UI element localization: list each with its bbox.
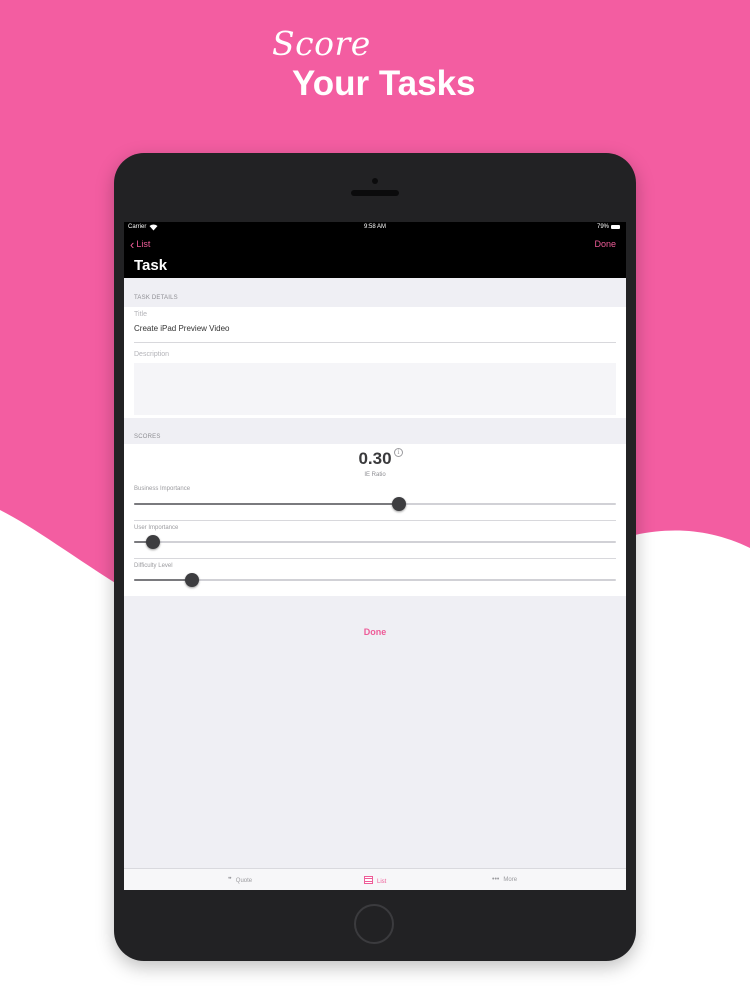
tab-list[interactable]: List xyxy=(364,876,386,885)
back-button-label: List xyxy=(136,239,151,249)
scores-header: SCORES xyxy=(134,434,161,440)
business-importance-label: Business Importance xyxy=(134,486,191,492)
description-textarea[interactable] xyxy=(134,363,616,415)
chevron-left-icon: ‹ xyxy=(130,237,135,252)
app-screen: Carrier 9:58 AM 79% ‹ List Done Task TASK… xyxy=(124,222,626,890)
difficulty-level-slider[interactable] xyxy=(134,573,616,587)
slider-thumb[interactable] xyxy=(146,535,161,549)
user-importance-label: User Importance xyxy=(134,525,179,531)
task-details-card: Title Create iPad Preview Video Descript… xyxy=(124,307,626,418)
home-button[interactable] xyxy=(354,904,394,944)
tab-bar: ❞ Quote List ••• More xyxy=(124,868,626,890)
task-details-header: TASK DETAILS xyxy=(134,295,178,301)
wifi-icon xyxy=(149,223,158,233)
divider xyxy=(134,342,616,343)
quote-icon: ❞ xyxy=(228,877,232,884)
slider-fill xyxy=(134,579,192,581)
business-importance-slider[interactable] xyxy=(134,497,616,511)
battery-icon xyxy=(611,225,620,229)
status-bar: Carrier 9:58 AM 79% xyxy=(124,222,626,234)
list-icon xyxy=(364,876,373,884)
info-icon[interactable]: i xyxy=(394,448,403,457)
tab-list-label: List xyxy=(377,879,387,885)
carrier-label: Carrier xyxy=(128,224,147,230)
title-input[interactable]: Create iPad Preview Video xyxy=(134,324,229,333)
difficulty-level-label: Difficulty Level xyxy=(134,563,173,569)
slider-thumb[interactable] xyxy=(184,573,199,587)
slider-thumb[interactable] xyxy=(392,497,407,511)
tab-more[interactable]: ••• More xyxy=(492,876,517,883)
more-icon: ••• xyxy=(492,876,500,883)
score-caption: IE Ratio xyxy=(364,472,386,478)
battery-percentage: 79% xyxy=(597,224,610,230)
divider xyxy=(134,558,616,559)
tab-quote[interactable]: ❞ Quote xyxy=(228,876,252,884)
headline-bold-text: Your Tasks xyxy=(292,64,476,103)
tab-quote-label: Quote xyxy=(235,878,253,884)
tab-more-label: More xyxy=(503,877,518,883)
scores-card: 0.30 IE Ratio Business Importance User I… xyxy=(124,444,626,596)
description-label: Description xyxy=(134,351,170,358)
nav-done-button[interactable]: Done xyxy=(594,239,616,249)
back-button[interactable]: ‹ List xyxy=(130,237,150,252)
status-time: 9:58 AM xyxy=(364,224,387,230)
camera-icon xyxy=(372,178,378,184)
done-button[interactable]: Done xyxy=(124,627,626,637)
headline-script-text: Score xyxy=(272,24,371,63)
slider-fill xyxy=(134,503,400,505)
page-title: Task xyxy=(134,257,168,274)
speaker-grille xyxy=(351,190,399,196)
divider xyxy=(134,520,616,521)
score-value: 0.30 xyxy=(358,449,392,468)
user-importance-slider[interactable] xyxy=(134,535,616,549)
title-label: Title xyxy=(134,311,147,318)
navigation-bar: ‹ List Done Task xyxy=(124,234,626,278)
